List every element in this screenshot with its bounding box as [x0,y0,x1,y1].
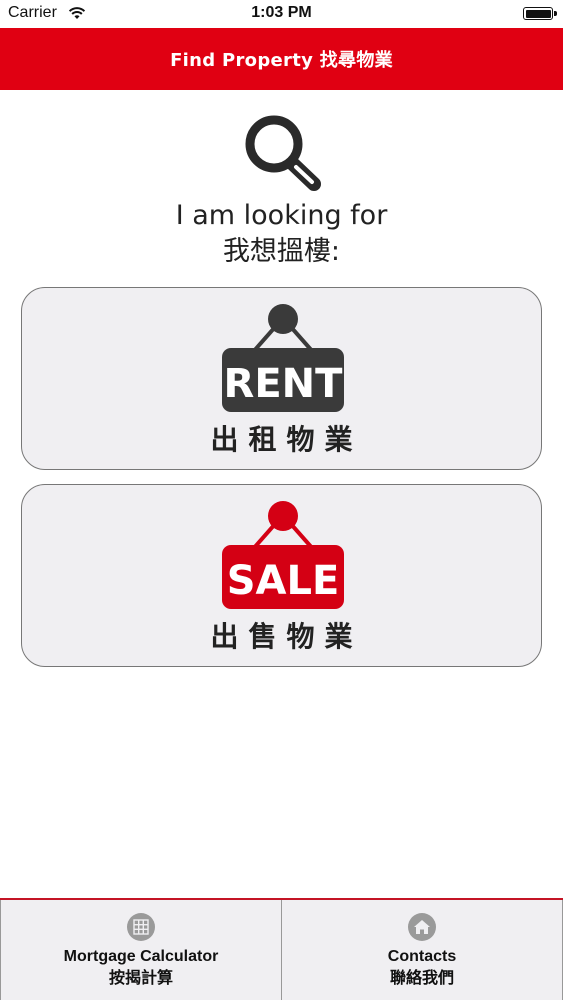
bottom-tab-bar: Mortgage Calculator 按揭計算 Contacts 聯絡我們 [0,898,563,1000]
rent-sign-text: RENT [224,361,344,407]
sale-sign-icon: SALE [222,501,344,609]
tab-contacts-label: Contacts [387,948,457,965]
tab-mortgage-calculator[interactable]: Mortgage Calculator 按揭計算 [0,900,282,1000]
status-time: 1:03 PM [251,4,312,21]
rent-option-button[interactable]: RENT 出租物業 [21,287,542,470]
tab-mortgage-sublabel: 按揭計算 [108,968,173,987]
tab-contacts[interactable]: Contacts 聯絡我們 [282,900,563,1000]
sale-caption: 出售物業 [210,620,363,653]
sale-sign-text: SALE [227,558,340,604]
rent-caption: 出租物業 [210,423,363,456]
calculator-icon [127,913,155,941]
sale-option-button[interactable]: SALE 出售物業 [21,484,542,667]
tab-contacts-sublabel: 聯絡我們 [389,968,454,987]
battery-icon [523,7,557,20]
navigation-bar: Find Property 找尋物業 [0,28,563,90]
looking-for-english: I am looking for [175,200,388,231]
tab-mortgage-label: Mortgage Calculator [63,948,219,965]
status-bar: Carrier 1:03 PM [0,0,563,28]
search-icon [245,115,321,191]
looking-for-chinese: 我想搵樓: [222,236,341,267]
rent-sign-icon: RENT [222,304,344,412]
home-icon [408,913,436,941]
page-title: Find Property 找尋物業 [170,50,393,71]
looking-for-heading: I am looking for 我想搵樓: [0,198,563,270]
